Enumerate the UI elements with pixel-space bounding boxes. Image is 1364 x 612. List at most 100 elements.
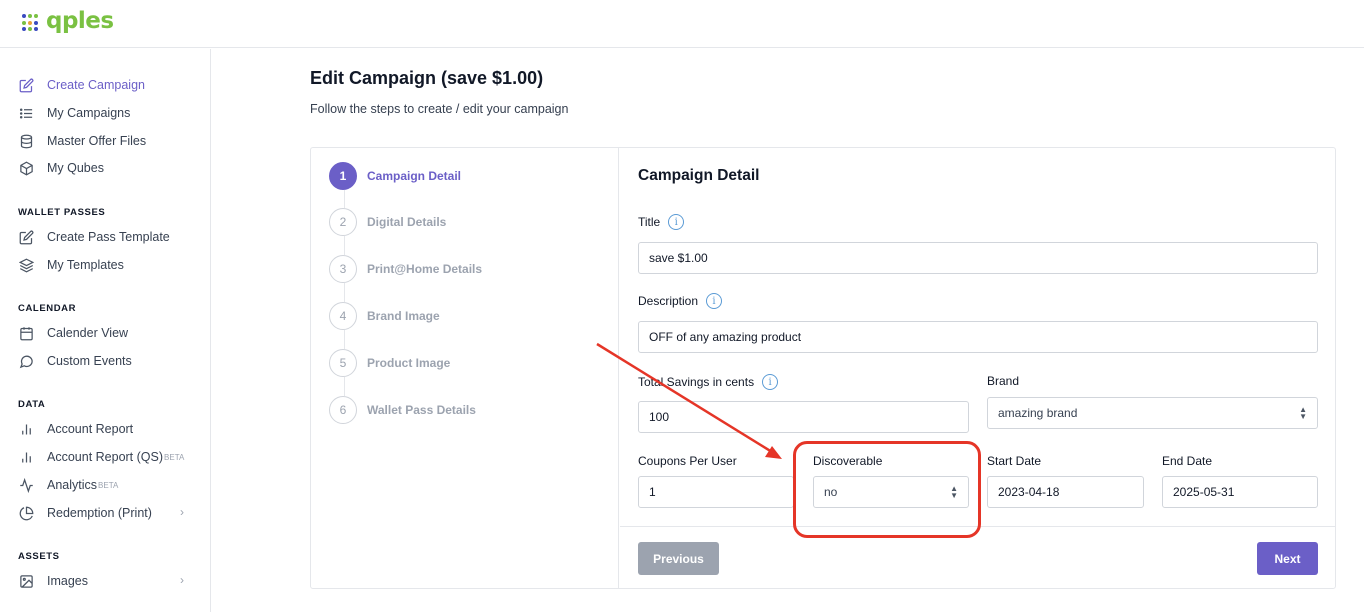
start-date-input[interactable]: 2023-04-18: [987, 476, 1144, 508]
end-date-label: End Date: [1162, 454, 1213, 468]
info-icon[interactable]: i: [762, 374, 779, 390]
sidebar-item-create-pass-template[interactable]: Create Pass Template: [18, 226, 170, 248]
logo-dot: [34, 27, 38, 32]
description-label: Description i: [638, 293, 723, 309]
brand-label: Brand: [987, 374, 1020, 388]
step-label: Brand Image: [367, 309, 440, 323]
logo-dot: [22, 14, 26, 18]
sidebar-item-label: Create Campaign: [47, 78, 145, 92]
step-campaign-detail[interactable]: 1 Campaign Detail: [329, 162, 461, 190]
chevron-right-icon[interactable]: ›: [180, 573, 184, 587]
step-connector: [344, 283, 345, 302]
sidebar-item-label: My Qubes: [47, 161, 104, 175]
logo-dot: [28, 14, 32, 18]
beta-badge: BETA: [98, 480, 119, 490]
step-label: Print@Home Details: [367, 262, 483, 276]
start-date-label: Start Date: [987, 454, 1042, 468]
description-input[interactable]: OFF of any amazing product: [638, 321, 1318, 353]
step-connector: [344, 236, 345, 255]
sidebar-item-images[interactable]: Images: [18, 570, 88, 592]
sidebar-item-label: Create Pass Template: [47, 230, 170, 244]
next-button[interactable]: Next: [1257, 542, 1318, 575]
step-digital-details[interactable]: 2 Digital Details: [329, 208, 446, 236]
step-number: 3: [329, 255, 357, 283]
logo-text: qples: [46, 8, 114, 34]
title-label-text: Title: [638, 215, 661, 229]
beta-badge: BETA: [164, 452, 185, 462]
calendar-icon: [18, 325, 34, 341]
activity-icon: [18, 477, 34, 493]
sidebar-item-my-qubes[interactable]: My Qubes: [18, 157, 104, 179]
logo-dot: [34, 14, 38, 18]
qples-logo[interactable]: qples: [22, 8, 114, 34]
step-connector: [344, 330, 345, 349]
brand-select-value: amazing brand: [998, 406, 1078, 420]
step-label: Wallet Pass Details: [367, 403, 476, 417]
step-wallet-pass-details[interactable]: 6 Wallet Pass Details: [329, 396, 476, 424]
sidebar-item-create-campaign[interactable]: Create Campaign: [18, 74, 145, 96]
bar-chart-icon: [18, 449, 34, 465]
sidebar-item-label: Account Report (QS): [47, 450, 164, 464]
step-number: 6: [329, 396, 357, 424]
section-title-assets: ASSETS: [18, 551, 60, 562]
previous-button[interactable]: Previous: [638, 542, 719, 575]
step-number: 2: [329, 208, 357, 236]
select-arrows-icon: ▲ ▼: [1299, 405, 1307, 421]
pie-chart-icon: [18, 505, 34, 521]
sidebar-item-my-templates[interactable]: My Templates: [18, 254, 124, 276]
logo-dot: [22, 20, 26, 25]
page-title: Edit Campaign (save $1.00): [310, 68, 544, 88]
info-icon[interactable]: i: [668, 214, 685, 230]
edit-icon: [18, 77, 34, 93]
sidebar-item-label: Analytics: [47, 478, 98, 492]
sidebar-item-label: Calender View: [47, 326, 129, 340]
step-number: 1: [329, 162, 357, 190]
page-subtitle: Follow the steps to create / edit your c…: [310, 102, 569, 116]
sidebar-item-redemption-print[interactable]: Redemption (Print): [18, 502, 198, 524]
sidebar-item-label: Redemption (Print): [47, 506, 152, 520]
sidebar: Create Campaign My Campaigns Master Offe…: [0, 49, 211, 612]
total-savings-label-text: Total Savings in cents: [638, 375, 755, 389]
database-icon: [18, 133, 34, 149]
title-input[interactable]: save $1.00: [638, 242, 1318, 274]
logo-dot: [34, 20, 38, 25]
image-icon: [18, 573, 34, 589]
sidebar-item-master-offer-files[interactable]: Master Offer Files: [18, 130, 146, 152]
bar-chart-icon: [18, 421, 34, 437]
chevron-right-icon[interactable]: ›: [180, 505, 184, 519]
step-brand-image[interactable]: 4 Brand Image: [329, 302, 440, 330]
top-bar: qples: [0, 0, 1364, 48]
info-icon[interactable]: i: [706, 293, 723, 309]
coupons-per-user-input[interactable]: 1: [638, 476, 794, 508]
annotation-highlight-box: [793, 441, 981, 538]
sidebar-item-custom-events[interactable]: Custom Events: [18, 350, 132, 372]
step-connector: [344, 190, 345, 208]
logo-dot: [28, 20, 32, 25]
logo-dots-icon: [22, 14, 40, 32]
total-savings-input[interactable]: 100: [638, 401, 969, 433]
brand-select[interactable]: amazing brand ▲ ▼: [987, 397, 1318, 429]
coupons-per-user-label: Coupons Per User: [638, 454, 737, 468]
steps-panel: 1 Campaign Detail 2 Digital Details 3 Pr…: [311, 148, 619, 588]
logo-dot: [22, 27, 26, 32]
layers-icon: [18, 257, 34, 273]
sidebar-item-account-report[interactable]: Account Report: [18, 418, 133, 440]
sidebar-item-label: Images: [47, 574, 88, 588]
step-print-at-home-details[interactable]: 3 Print@Home Details: [329, 255, 482, 283]
title-label: Title i: [638, 214, 685, 230]
edit-icon: [18, 229, 34, 245]
sidebar-item-label: My Campaigns: [47, 106, 131, 120]
sidebar-item-calender-view[interactable]: Calender View: [18, 322, 128, 344]
sidebar-item-analytics[interactable]: Analytics BETA: [18, 474, 118, 496]
step-label: Campaign Detail: [367, 169, 462, 183]
sidebar-item-my-campaigns[interactable]: My Campaigns: [18, 102, 130, 124]
step-label: Product Image: [367, 356, 451, 370]
section-title-wallet-passes: WALLET PASSES: [18, 207, 106, 218]
step-product-image[interactable]: 5 Product Image: [329, 349, 450, 377]
step-label: Digital Details: [367, 215, 447, 229]
sidebar-item-label: Master Offer Files: [47, 134, 147, 148]
sidebar-item-account-report-qs[interactable]: Account Report (QS) BETA: [18, 446, 184, 468]
section-title-calendar: CALENDAR: [18, 303, 77, 314]
chat-icon: [18, 353, 34, 369]
end-date-input[interactable]: 2025-05-31: [1162, 476, 1318, 508]
